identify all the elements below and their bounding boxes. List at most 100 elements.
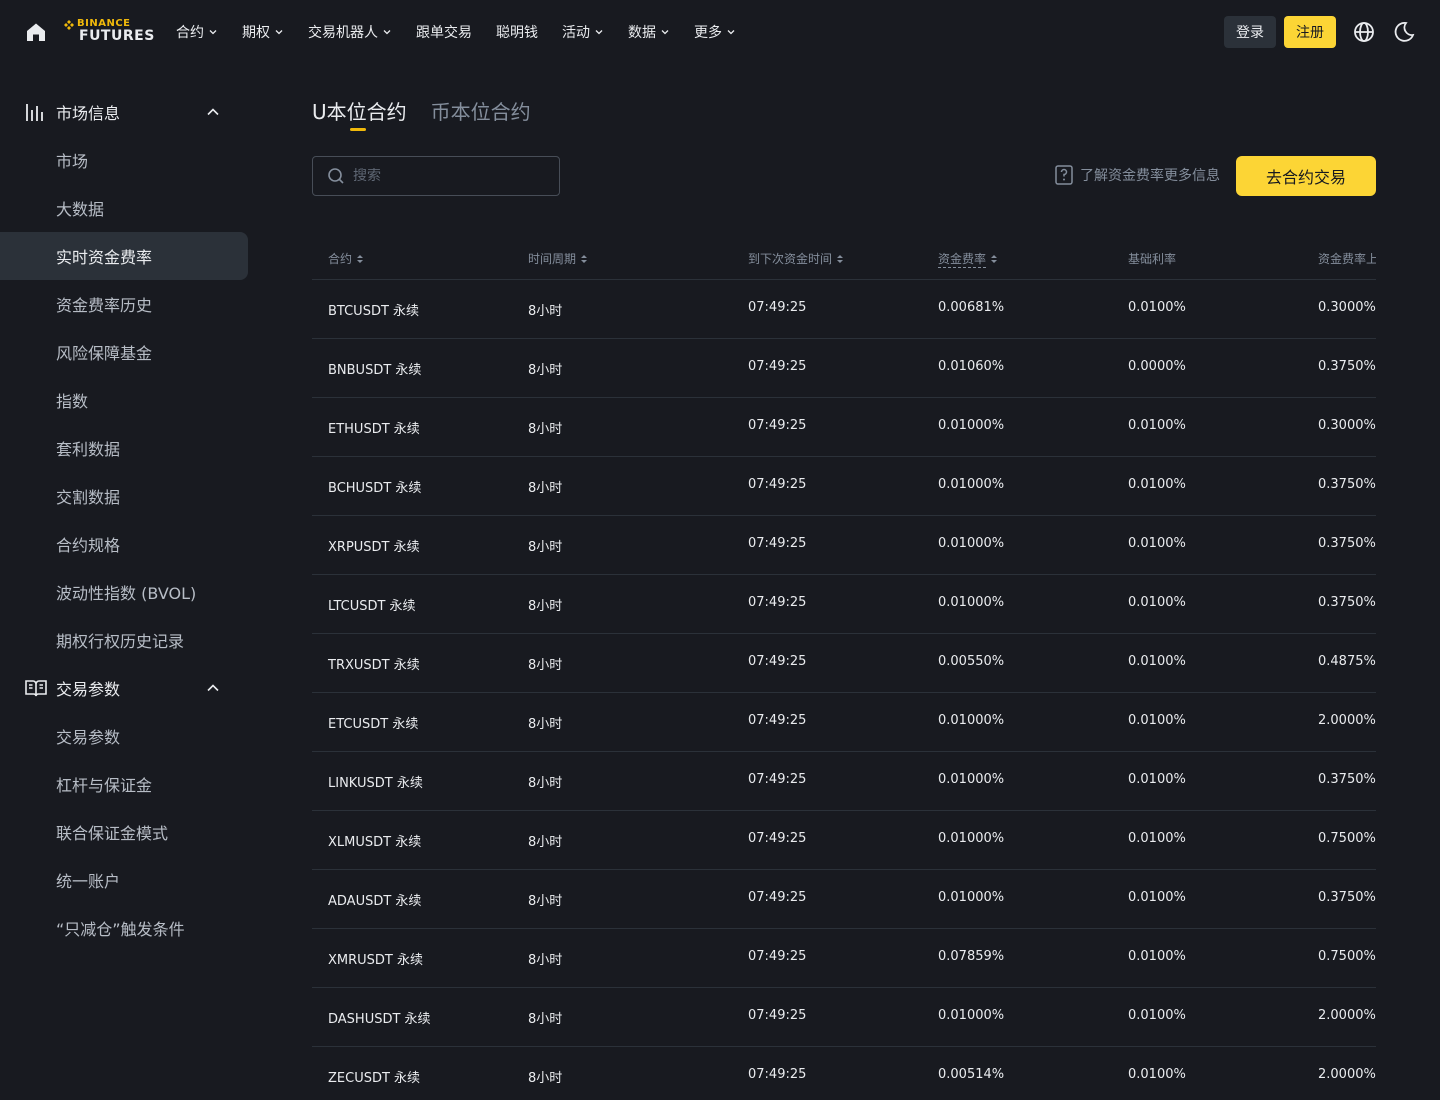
column-header-funding-rate[interactable]: 资金费率: [938, 250, 998, 268]
interval-cell: 8小时: [528, 304, 563, 319]
interest-rate-cell: 0.0100%: [1128, 536, 1186, 551]
interval-cell: 8小时: [528, 776, 563, 791]
sidebar-item-trading-params[interactable]: 交易参数: [0, 712, 248, 760]
interest-rate-cell: 0.0100%: [1128, 1008, 1186, 1023]
next-funding-time-cell: 07:49:25: [748, 713, 807, 728]
home-icon[interactable]: [24, 20, 48, 44]
nav-label: 跟单交易: [416, 25, 472, 41]
column-header-next-funding-time[interactable]: 到下次资金时间: [748, 250, 844, 267]
sidebar-item-unified-account[interactable]: 统一账户: [0, 856, 248, 904]
binance-futures-logo[interactable]: BINANCE FUTURES: [64, 18, 156, 48]
funding-rate-cell: 0.01000%: [938, 772, 1005, 787]
nav-copy-trading[interactable]: 跟单交易: [416, 22, 472, 42]
sidebar-item-realtime-funding-rate[interactable]: 实时资金费率: [0, 232, 248, 280]
go-to-futures-trading-button[interactable]: 去合约交易: [1236, 156, 1376, 196]
nav-data[interactable]: 数据: [628, 22, 670, 42]
interest-rate-cell: 0.0100%: [1128, 300, 1186, 315]
search-input[interactable]: [353, 168, 543, 184]
nav-activities[interactable]: 活动: [562, 22, 604, 42]
interest-rate-cell: 0.0100%: [1128, 949, 1186, 964]
nav-more[interactable]: 更多: [694, 22, 736, 42]
column-header-label: 合约: [328, 252, 353, 266]
table-row[interactable]: BTCUSDT 永续 8小时 07:49:25 0.00681% 0.0100% 0.30…: [312, 280, 1376, 339]
funding-cap-cell: 0.4875%: [1318, 654, 1376, 669]
sidebar-group-market-info[interactable]: 市场信息: [0, 88, 248, 136]
column-header-interval[interactable]: 时间周期: [528, 250, 588, 267]
funding-cap-cell: 0.3750%: [1318, 477, 1376, 492]
table-row[interactable]: BCHUSDT 永续 8小时 07:49:25 0.01000% 0.0100% 0.37…: [312, 457, 1376, 516]
nav-trading-bots[interactable]: 交易机器人: [308, 22, 392, 42]
learn-funding-rate-link[interactable]: 了解资金费率更多信息: [1054, 164, 1220, 186]
table-row[interactable]: ZECUSDT 永续 8小时 07:49:25 0.00514% 0.0100% 2.00…: [312, 1047, 1376, 1100]
search-box[interactable]: [312, 156, 560, 196]
chevron-up-icon: [207, 108, 219, 116]
interval-cell: 8小时: [528, 599, 563, 614]
sidebar-item-arbitrage-data[interactable]: 套利数据: [0, 424, 248, 472]
search-icon: [328, 168, 344, 184]
table-row[interactable]: ETCUSDT 永续 8小时 07:49:25 0.01000% 0.0100% 2.00…: [312, 693, 1376, 752]
nav-smart-money[interactable]: 聪明钱: [496, 22, 538, 42]
funding-rate-cell: 0.00550%: [938, 654, 1005, 669]
interval-cell: 8小时: [528, 835, 563, 850]
funding-cap-cell: 0.3000%: [1318, 300, 1376, 315]
table-header: 合约 时间周期 到下次资金时间 资金费率 基础利率 资金费率上: [312, 236, 1376, 280]
globe-icon[interactable]: [1352, 20, 1376, 44]
interest-rate-cell: 0.0100%: [1128, 477, 1186, 492]
sidebar-item-insurance-fund[interactable]: 风险保障基金: [0, 328, 248, 376]
contract-cell: BCHUSDT 永续: [328, 481, 422, 496]
table-row[interactable]: XRPUSDT 永续 8小时 07:49:25 0.01000% 0.0100% 0.37…: [312, 516, 1376, 575]
chevron-down-icon: [661, 30, 669, 35]
nav-futures[interactable]: 合约: [176, 22, 218, 42]
sidebar-item-delivery-data[interactable]: 交割数据: [0, 472, 248, 520]
table-row[interactable]: LTCUSDT 永续 8小时 07:49:25 0.01000% 0.0100% 0.37…: [312, 575, 1376, 634]
sidebar-item-index[interactable]: 指数: [0, 376, 248, 424]
table-row[interactable]: XMRUSDT 永续 8小时 07:49:25 0.07859% 0.0100% 0.75…: [312, 929, 1376, 988]
sidebar-item-market[interactable]: 市场: [0, 136, 248, 184]
nav-label: 合约: [176, 25, 204, 41]
sidebar-item-leverage-margin[interactable]: 杠杆与保证金: [0, 760, 248, 808]
contract-cell: ETHUSDT 永续: [328, 422, 420, 437]
table-row[interactable]: TRXUSDT 永续 8小时 07:49:25 0.00550% 0.0100% 0.48…: [312, 634, 1376, 693]
contract-type-tabs: U本位合约 币本位合约: [312, 96, 555, 136]
column-header-contract[interactable]: 合约: [328, 250, 364, 267]
sidebar-item-multi-assets-mode[interactable]: 联合保证金模式: [0, 808, 248, 856]
funding-rate-cell: 0.07859%: [938, 949, 1005, 964]
table-row[interactable]: BNBUSDT 永续 8小时 07:49:25 0.01060% 0.0000% 0.37…: [312, 339, 1376, 398]
nav-label: 数据: [628, 25, 656, 41]
interest-rate-cell: 0.0100%: [1128, 654, 1186, 669]
interest-rate-cell: 0.0100%: [1128, 890, 1186, 905]
nav-label: 活动: [562, 25, 590, 41]
next-funding-time-cell: 07:49:25: [748, 595, 807, 610]
register-button[interactable]: 注册: [1284, 16, 1336, 48]
logo-text-bottom: FUTURES: [79, 28, 155, 44]
table-row[interactable]: ADAUSDT 永续 8小时 07:49:25 0.01000% 0.0100% 0.37…: [312, 870, 1376, 929]
column-header-label: 资金费率上: [1318, 252, 1376, 266]
sidebar-group-trading-params[interactable]: 交易参数: [0, 664, 248, 712]
interval-cell: 8小时: [528, 953, 563, 968]
contract-cell: LTCUSDT 永续: [328, 599, 416, 614]
sidebar-item-options-exercise-history[interactable]: 期权行权历史记录: [0, 616, 248, 664]
nav-options[interactable]: 期权: [242, 22, 284, 42]
tab-coinm-futures[interactable]: 币本位合约: [431, 96, 531, 132]
sidebar-item-bvol[interactable]: 波动性指数 (BVOL): [0, 568, 248, 616]
sidebar-item-reduce-only-conditions[interactable]: “只减仓”触发条件: [0, 904, 248, 952]
next-funding-time-cell: 07:49:25: [748, 418, 807, 433]
table-row[interactable]: XLMUSDT 永续 8小时 07:49:25 0.01000% 0.0100% 0.75…: [312, 811, 1376, 870]
table-row[interactable]: DASHUSDT 永续 8小时 07:49:25 0.01000% 0.0100% 2.0…: [312, 988, 1376, 1047]
interval-cell: 8小时: [528, 363, 563, 378]
login-button[interactable]: 登录: [1224, 16, 1276, 48]
sidebar-item-funding-rate-history[interactable]: 资金费率历史: [0, 280, 248, 328]
tab-usdm-futures[interactable]: U本位合约: [312, 96, 407, 132]
sidebar-item-big-data[interactable]: 大数据: [0, 184, 248, 232]
moon-icon[interactable]: [1392, 20, 1416, 44]
sidebar-item-contract-specs[interactable]: 合约规格: [0, 520, 248, 568]
column-header-label: 资金费率: [938, 252, 987, 268]
funding-rate-cell: 0.01000%: [938, 536, 1005, 551]
funding-rate-cell: 0.01000%: [938, 831, 1005, 846]
table-row[interactable]: ETHUSDT 永续 8小时 07:49:25 0.01000% 0.0100% 0.30…: [312, 398, 1376, 457]
table-row[interactable]: LINKUSDT 永续 8小时 07:49:25 0.01000% 0.0100% 0.3…: [312, 752, 1376, 811]
sort-icon: [837, 254, 844, 263]
chevron-down-icon: [275, 30, 283, 35]
next-funding-time-cell: 07:49:25: [748, 359, 807, 374]
interval-cell: 8小时: [528, 1071, 563, 1086]
